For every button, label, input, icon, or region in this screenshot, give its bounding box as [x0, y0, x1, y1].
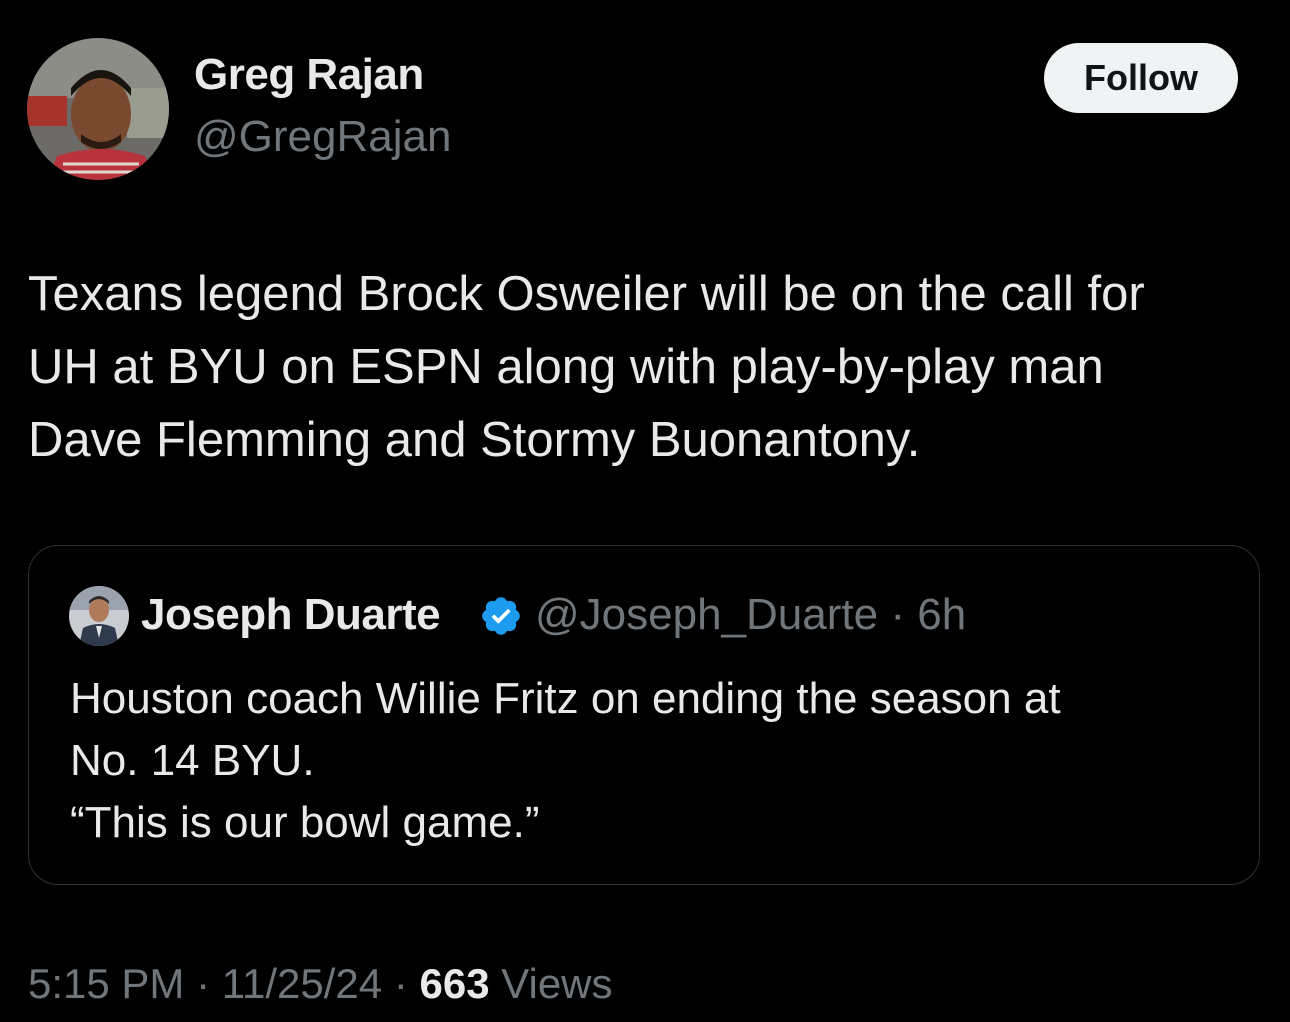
- tweet-text: Texans legend Brock Osweiler will be on …: [28, 258, 1268, 477]
- meta-separator: ·: [890, 590, 905, 639]
- quoted-text-line: Houston coach Willie Fritz on ending the…: [70, 674, 1061, 723]
- quoted-tweet-meta: @Joseph_Duarte · 6h: [535, 590, 966, 640]
- follow-button[interactable]: Follow: [1044, 43, 1238, 113]
- views-label: Views: [501, 960, 613, 1007]
- quoted-author-name[interactable]: Joseph Duarte: [141, 590, 441, 640]
- footer-separator: ·: [196, 960, 211, 1007]
- quoted-tweet-time[interactable]: 6h: [917, 590, 966, 639]
- quoted-author-avatar[interactable]: [69, 586, 129, 646]
- author-avatar-photo: [27, 38, 169, 180]
- author-avatar[interactable]: [27, 38, 169, 180]
- quoted-text-line: No. 14 BYU.: [70, 736, 315, 785]
- tweet-time[interactable]: 5:15 PM: [28, 960, 184, 1007]
- tweet-date[interactable]: 11/25/24: [222, 960, 382, 1007]
- tweet-text-line: Dave Flemming and Stormy Buonantony.: [28, 413, 921, 467]
- author-handle[interactable]: @GregRajan: [194, 112, 451, 162]
- tweet-text-line: Texans legend Brock Osweiler will be on …: [28, 267, 1145, 321]
- quoted-text-line: “This is our bowl game.”: [70, 798, 540, 847]
- tweet-detail: Greg Rajan @GregRajan Follow Texans lege…: [0, 0, 1290, 1022]
- footer-separator: ·: [393, 960, 408, 1007]
- quoted-tweet-card[interactable]: Joseph Duarte @Joseph_Duarte · 6h Housto…: [28, 545, 1260, 885]
- quoted-author-handle[interactable]: @Joseph_Duarte: [535, 590, 878, 639]
- tweet-footer: 5:15 PM · 11/25/24 · 663 Views: [28, 960, 613, 1008]
- verified-badge-icon: [482, 597, 520, 635]
- author-name[interactable]: Greg Rajan: [194, 50, 424, 100]
- quoted-author-avatar-photo: [69, 586, 129, 646]
- views-count: 663: [419, 960, 490, 1007]
- quoted-tweet-text: Houston coach Willie Fritz on ending the…: [70, 668, 1230, 854]
- tweet-text-line: UH at BYU on ESPN along with play-by-pla…: [28, 340, 1104, 394]
